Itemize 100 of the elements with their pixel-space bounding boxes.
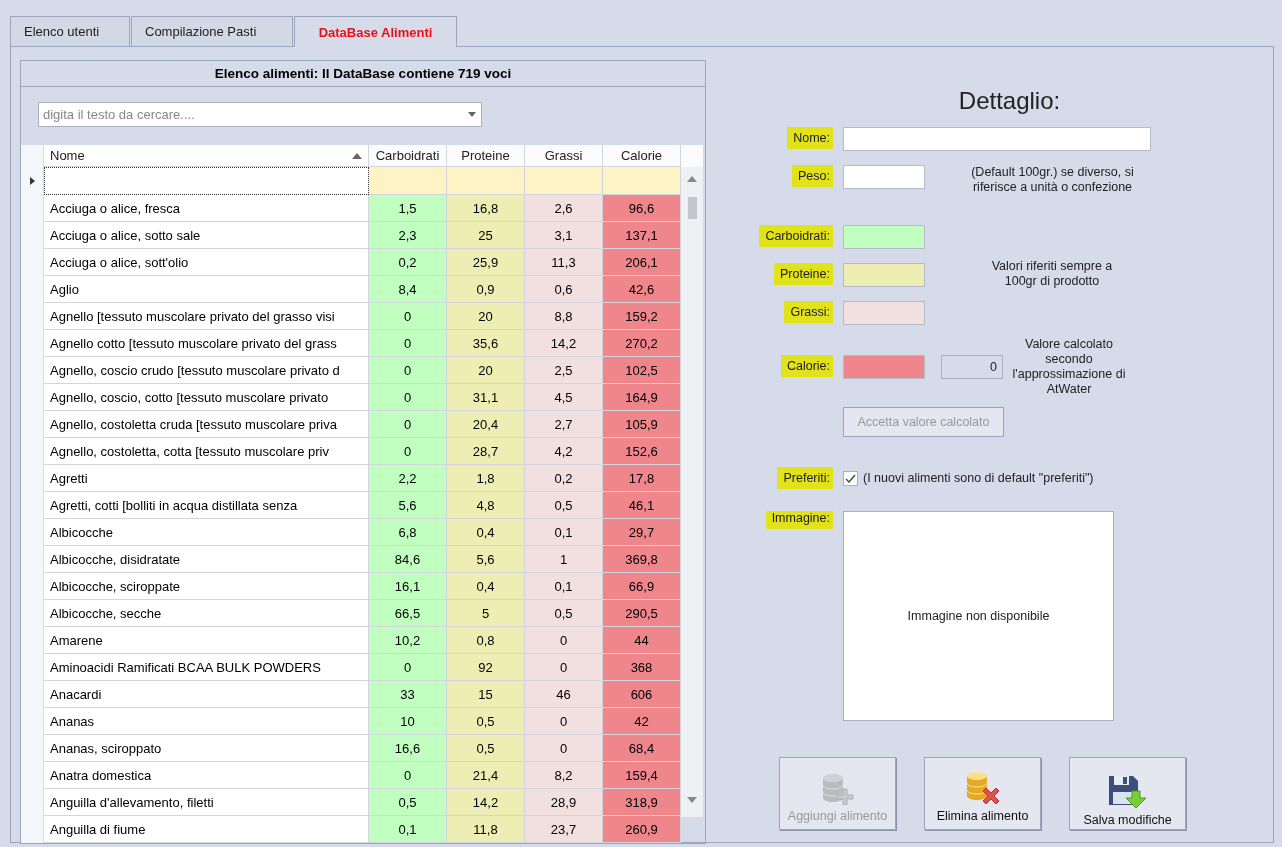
- new-row-name-field[interactable]: [44, 167, 369, 195]
- value-cell: 15: [447, 681, 525, 708]
- value-cell: 5,6: [369, 492, 447, 519]
- value-cell: 28,9: [525, 789, 603, 816]
- name-cell: Ananas: [44, 708, 369, 735]
- value-cell: 11,8: [447, 816, 525, 843]
- tab[interactable]: Compilazione Pasti: [131, 16, 293, 46]
- input-field[interactable]: [843, 127, 1151, 151]
- name-cell: Acciuga o alice, sott'olio: [44, 249, 369, 276]
- value-cell: 159,2: [603, 303, 681, 330]
- scroll-up-icon[interactable]: [687, 176, 697, 182]
- field-label: Calorie:: [780, 355, 833, 377]
- value-cell: 0: [369, 357, 447, 384]
- name-cell: Albicocche: [44, 519, 369, 546]
- value-cell: 0: [369, 330, 447, 357]
- value-cell: 6,8: [369, 519, 447, 546]
- column-header[interactable]: Carboidrati: [369, 145, 447, 167]
- value-cell: 0,4: [447, 519, 525, 546]
- name-cell: Agnello [tessuto muscolare privato del grasso visi: [44, 303, 369, 330]
- column-header[interactable]: Calorie: [603, 145, 681, 167]
- value-cell: 4,8: [447, 492, 525, 519]
- name-cell: Ananas, sciroppato: [44, 735, 369, 762]
- value-cell: 290,5: [603, 600, 681, 627]
- dropdown-arrow-icon[interactable]: [468, 112, 476, 117]
- value-cell: 42: [603, 708, 681, 735]
- value-cell: 0,8: [447, 627, 525, 654]
- value-cell: 368: [603, 654, 681, 681]
- input-field[interactable]: [843, 165, 925, 189]
- value-cell: 84,6: [369, 546, 447, 573]
- value-cell: 0: [369, 654, 447, 681]
- value-cell: 25: [447, 222, 525, 249]
- checkbox[interactable]: [843, 470, 858, 486]
- value-cell: 44: [603, 627, 681, 654]
- input-field[interactable]: [843, 263, 925, 287]
- value-cell: 23,7: [525, 816, 603, 843]
- toolbar-button[interactable]: Elimina alimento: [924, 757, 1041, 830]
- value-cell: 260,9: [603, 816, 681, 843]
- value-cell: 66,5: [369, 600, 447, 627]
- calculated-value-field: 0: [941, 355, 1003, 379]
- help-text: (Default 100gr.) se diverso, si riferisce a unità o confezione: [970, 165, 1135, 195]
- name-cell: Albicocche, disidratate: [44, 546, 369, 573]
- name-cell: Albicocche, sciroppate: [44, 573, 369, 600]
- value-cell: 0,4: [447, 573, 525, 600]
- name-cell: Agnello cotto [tessuto muscolare privato del grass: [44, 330, 369, 357]
- scroll-down-icon[interactable]: [687, 797, 697, 803]
- input-field[interactable]: [843, 355, 925, 379]
- value-cell: 1,8: [447, 465, 525, 492]
- checkbox-label: (I nuovi alimenti sono di default "preferiti"): [863, 471, 1094, 485]
- value-cell: 20: [447, 303, 525, 330]
- toolbar-button[interactable]: Salva modifiche: [1069, 757, 1186, 830]
- value-cell: 0,6: [525, 276, 603, 303]
- value-cell: 105,9: [603, 411, 681, 438]
- value-cell: 16,8: [447, 195, 525, 222]
- value-cell: 0: [525, 708, 603, 735]
- new-row-cell[interactable]: [369, 167, 447, 195]
- value-cell: 8,4: [369, 276, 447, 303]
- field-label: Carboidrati:: [759, 225, 833, 247]
- value-cell: 16,1: [369, 573, 447, 600]
- value-cell: 102,5: [603, 357, 681, 384]
- column-header[interactable]: Grassi: [525, 145, 603, 167]
- section-title: Dettaglio:: [957, 87, 1062, 116]
- field-label: Preferiti:: [777, 467, 833, 489]
- name-cell: Agnello, coscio crudo [tessuto muscolare privato d: [44, 357, 369, 384]
- scroll-thumb[interactable]: [687, 197, 697, 219]
- value-cell: 0,1: [525, 573, 603, 600]
- value-cell: 31,1: [447, 384, 525, 411]
- value-cell: 25,9: [447, 249, 525, 276]
- search-field[interactable]: digita il testo da cercare....: [38, 102, 482, 127]
- field-label: Proteine:: [773, 263, 833, 285]
- column-header[interactable]: Proteine: [447, 145, 525, 167]
- value-cell: 4,2: [525, 438, 603, 465]
- value-cell: 2,3: [369, 222, 447, 249]
- value-cell: 369,8: [603, 546, 681, 573]
- value-cell: 137,1: [603, 222, 681, 249]
- help-text: Valori riferiti sempre a 100gr di prodotto: [990, 259, 1114, 289]
- value-cell: 10: [369, 708, 447, 735]
- value-cell: 29,7: [603, 519, 681, 546]
- new-row-cell[interactable]: [447, 167, 525, 195]
- name-cell: Agretti: [44, 465, 369, 492]
- name-cell: Anguilla di fiume: [44, 816, 369, 843]
- name-cell: Anatra domestica: [44, 762, 369, 789]
- value-cell: 5,6: [447, 546, 525, 573]
- name-cell: Aglio: [44, 276, 369, 303]
- value-cell: 4,5: [525, 384, 603, 411]
- value-cell: 96,6: [603, 195, 681, 222]
- value-cell: 0: [525, 735, 603, 762]
- value-cell: 5: [447, 600, 525, 627]
- tab[interactable]: Elenco utenti: [10, 16, 130, 46]
- value-cell: 20,4: [447, 411, 525, 438]
- column-header[interactable]: Nome: [44, 145, 369, 167]
- placeholder-text: Immagine non disponibile: [907, 609, 1050, 623]
- database-plus-icon: [820, 773, 855, 805]
- new-row-cell[interactable]: [603, 167, 681, 195]
- value-cell: 164,9: [603, 384, 681, 411]
- name-cell: Anacardi: [44, 681, 369, 708]
- value-cell: 14,2: [525, 330, 603, 357]
- panel-title: Elenco alimenti: Il DataBase contiene 719 voci: [21, 61, 705, 87]
- input-field[interactable]: [843, 301, 925, 325]
- input-field[interactable]: [843, 225, 925, 249]
- new-row-cell[interactable]: [525, 167, 603, 195]
